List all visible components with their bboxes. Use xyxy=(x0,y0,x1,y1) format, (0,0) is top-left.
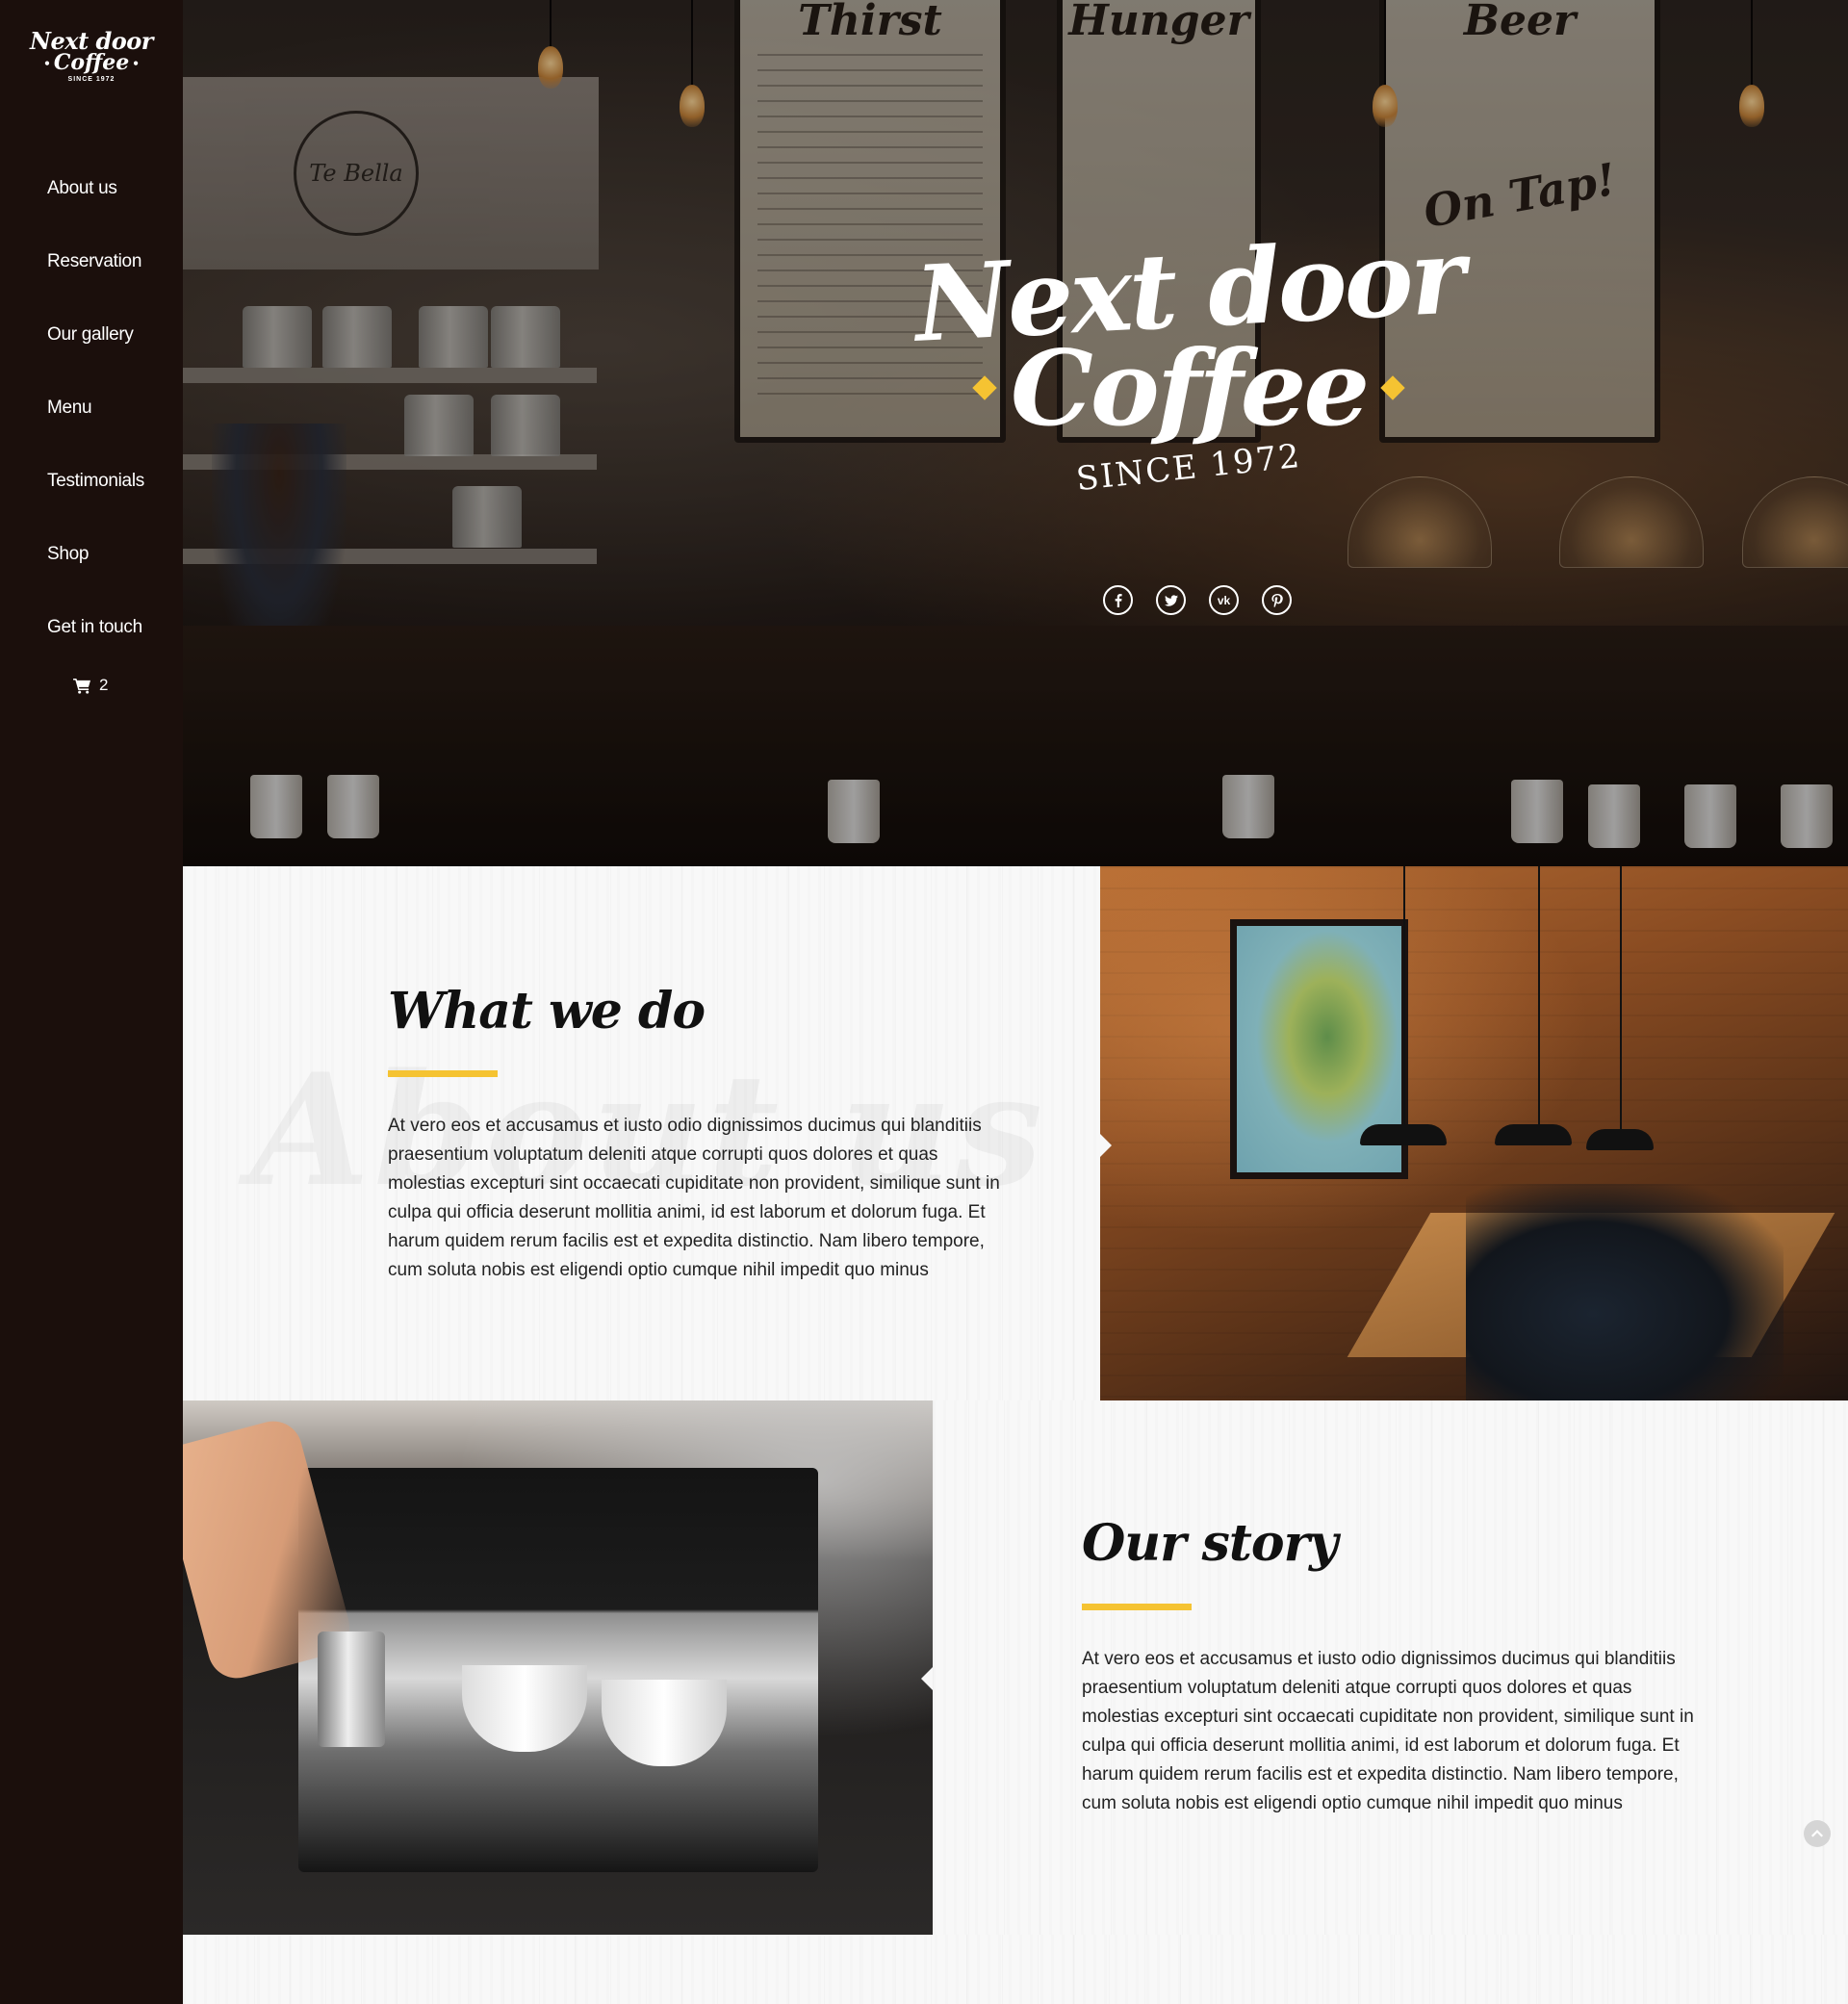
nav-item-our-gallery[interactable]: Our gallery xyxy=(0,298,183,372)
pendant-lamp xyxy=(1586,1129,1654,1150)
pendant-lamp xyxy=(1495,1124,1572,1145)
logo-since: SINCE 1972 xyxy=(67,76,116,83)
nav-item-about-us[interactable]: About us xyxy=(0,152,183,225)
sidebar-nav: About us Reservation Our gallery Menu Te… xyxy=(0,152,183,664)
hero: Te Bella Thirst Hunger Beer On Tap! Next… xyxy=(183,0,1848,866)
diamond-icon xyxy=(972,375,997,400)
nav-item-label: Our gallery xyxy=(47,324,134,345)
logo[interactable]: Next door • Coffee • SINCE 1972 xyxy=(29,29,154,101)
nav-item-get-in-touch[interactable]: Get in touch xyxy=(0,591,183,664)
section-notch xyxy=(1100,1134,1112,1157)
hero-title-line2: Coffee xyxy=(905,337,1473,441)
milk-pitcher xyxy=(318,1631,385,1747)
espresso-machine-photo xyxy=(183,1400,933,1935)
logo-line2-text: Coffee xyxy=(53,50,130,75)
about-title-underline xyxy=(388,1070,498,1077)
story-text: At vero eos et accusamus et iusto odio d… xyxy=(1082,1649,1694,1813)
nav-item-label: Get in touch xyxy=(47,617,142,637)
social-links: vk xyxy=(1103,585,1292,615)
vk-icon[interactable]: vk xyxy=(1209,585,1239,615)
pendant-lamp xyxy=(1360,1124,1447,1145)
lamp-wire xyxy=(1538,866,1540,1126)
about-title: What we do xyxy=(388,982,706,1041)
cart-button[interactable]: 2 xyxy=(73,674,108,697)
story-title-underline xyxy=(1082,1604,1192,1610)
cart-count: 2 xyxy=(99,676,109,694)
nav-item-label: Shop xyxy=(47,544,90,564)
about-section: About us What we do At vero eos et accus… xyxy=(183,866,1100,1400)
logo-line2: • Coffee • xyxy=(43,50,140,75)
sidebar: Next door • Coffee • SINCE 1972 About us R… xyxy=(0,0,183,2004)
nav-item-label: Testimonials xyxy=(47,471,144,491)
next-section xyxy=(183,1935,1848,2004)
lamp-wire xyxy=(1620,866,1622,1131)
hero-logo: Next door Coffee SINCE 1972 xyxy=(905,216,1473,499)
about-text: At vero eos et accusamus et iusto odio d… xyxy=(388,1116,1000,1280)
pinterest-icon[interactable] xyxy=(1262,585,1292,615)
story-section: Our story At vero eos et accusamus et iu… xyxy=(933,1400,1848,1935)
cafe-interior-photo xyxy=(1100,866,1848,1400)
nav-item-label: Reservation xyxy=(47,251,142,271)
twitter-icon[interactable] xyxy=(1156,585,1186,615)
facebook-icon[interactable] xyxy=(1103,585,1133,615)
customers-figure xyxy=(1466,1184,1784,1400)
cart-icon xyxy=(73,678,90,694)
nav-item-shop[interactable]: Shop xyxy=(0,518,183,591)
chevron-up-icon xyxy=(1811,1830,1823,1837)
nav-item-label: Menu xyxy=(47,398,92,418)
section-notch xyxy=(921,1667,933,1690)
lamp-wire xyxy=(1403,866,1405,1126)
nav-item-testimonials[interactable]: Testimonials xyxy=(0,445,183,518)
nav-item-reservation[interactable]: Reservation xyxy=(0,225,183,298)
nav-item-label: About us xyxy=(47,178,117,198)
diamond-icon xyxy=(1380,375,1405,400)
nav-item-menu[interactable]: Menu xyxy=(0,372,183,445)
scroll-to-top-button[interactable] xyxy=(1804,1820,1831,1847)
hero-title-line2-text: Coffee xyxy=(1010,328,1370,450)
story-title: Our story xyxy=(1082,1514,1338,1573)
